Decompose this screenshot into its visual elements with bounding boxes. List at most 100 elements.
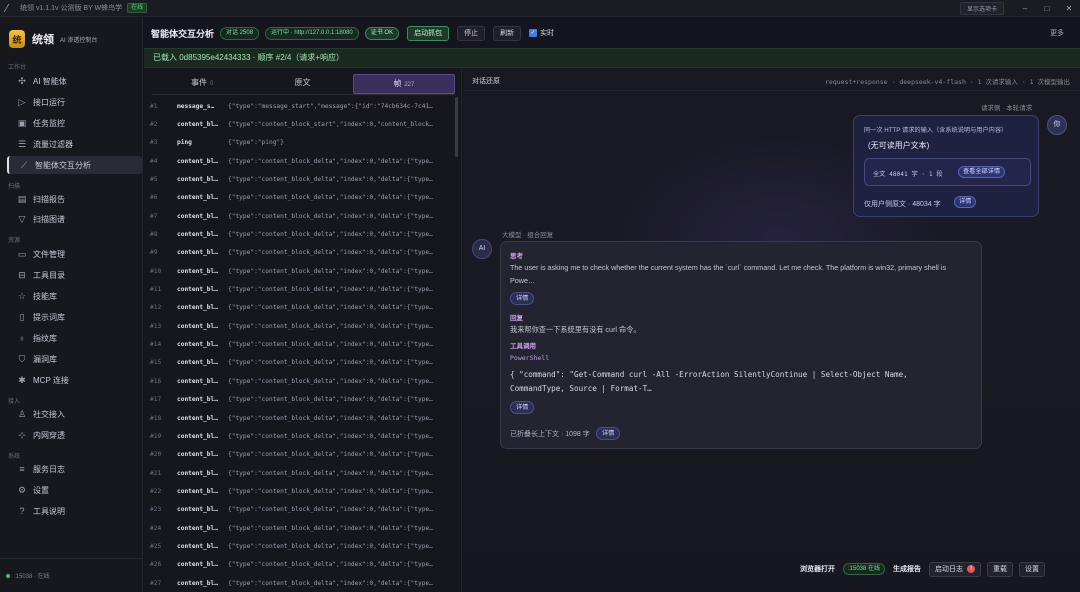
frame-row[interactable]: #11 content_bl… {"type":"content_block_del… (150, 280, 446, 298)
browser-open-button[interactable]: 浏览器打开 (800, 564, 835, 574)
tab-label: 原文 (294, 78, 311, 87)
sidebar-item-traffic-filter[interactable]: ☰ 流量过滤器 (7, 135, 142, 153)
title-bar: 统领 v1.1.1v 公测版 BY W蜂鸟学 在线 显示选项卡 – □ ✕ (0, 0, 1080, 17)
frame-index: #5 (150, 176, 158, 184)
frame-list-scrollbar[interactable] (455, 97, 458, 157)
frame-json: {"type":"content_block_delta","index":0,… (228, 524, 433, 532)
frame-type: content_bl… (177, 267, 218, 275)
frame-json: {"type":"content_block_delta","index":0,… (228, 469, 433, 477)
frame-row[interactable]: #2 content_bl… {"type":"content_block_star… (150, 115, 446, 133)
sidebar-item-social[interactable]: ♙ 社交接入 (7, 405, 142, 423)
frame-row[interactable]: #12 content_bl… {"type":"content_block_del… (150, 299, 446, 317)
sidebar-item-label: 技能库 (33, 291, 57, 301)
show-tabs-button[interactable]: 显示选项卡 (959, 2, 1004, 15)
frame-row[interactable]: #23 content_bl… {"type":"content_block_del… (150, 501, 446, 519)
sidebar-item-label: 接口运行 (33, 97, 65, 107)
tab-frames[interactable]: 帧 227 (352, 74, 455, 94)
frame-json: {"type":"content_block_delta","index":0,… (228, 322, 433, 330)
reload-button[interactable]: 重载 (987, 561, 1014, 577)
sidebar-item-api-run[interactable]: ▷ 接口运行 (7, 93, 142, 111)
help-icon: ? (19, 506, 25, 516)
settings-button[interactable]: 设置 (1019, 561, 1046, 577)
sidebar-item-prompts[interactable]: ▯ 提示词库 (7, 308, 142, 326)
sidebar-item-ai-agent[interactable]: ✣ AI 智能体 (7, 72, 142, 90)
frame-row[interactable]: #17 content_bl… {"type":"content_block_del… (150, 391, 446, 409)
ai-avatar: AI (472, 239, 492, 259)
fold-detail-button[interactable]: 详情 (596, 427, 621, 440)
sidebar-item-tool-catalog[interactable]: ⊟ 工具目录 (7, 266, 142, 284)
frame-index: #6 (150, 194, 158, 202)
sidebar-item-tool-help[interactable]: ? 工具说明 (7, 502, 142, 520)
frame-row[interactable]: #24 content_bl… {"type":"content_block_del… (150, 519, 446, 537)
request-detail-button[interactable]: 详情 (954, 196, 977, 208)
think-detail-button[interactable]: 详情 (510, 292, 535, 305)
frame-index: #23 (150, 506, 162, 514)
sidebar-item-file-manager[interactable]: ▭ 文件管理 (7, 245, 142, 263)
frame-row[interactable]: #1 message_s… {"type":"message_start","mes… (150, 97, 446, 115)
sidebar-item-label: 指纹库 (33, 333, 57, 343)
app-icon (3, 4, 17, 12)
request-summary-box: 全文 48041 字 · 1 段 查看全部详情 (864, 158, 1031, 186)
frame-row[interactable]: #14 content_bl… {"type":"content_block_del… (150, 335, 446, 353)
frame-index: #20 (150, 451, 162, 459)
sidebar-item-fingerprints[interactable]: ♁ 指纹库 (7, 329, 142, 347)
stop-button[interactable]: 停止 (457, 25, 486, 41)
frame-row[interactable]: #22 content_bl… {"type":"content_block_del… (150, 482, 446, 500)
frame-row[interactable]: #10 content_bl… {"type":"content_block_del… (150, 262, 446, 280)
sidebar-item-scan-graph[interactable]: ▽ 扫描图谱 (7, 210, 142, 228)
sidebar-item-vulns[interactable]: ⛉ 漏洞库 (7, 350, 142, 368)
frame-row[interactable]: #13 content_bl… {"type":"content_block_del… (150, 317, 446, 335)
more-button[interactable]: 更多 (1050, 28, 1064, 38)
start-log-button[interactable]: 启动日志 ! (929, 561, 982, 577)
view-all-details-button[interactable]: 查看全部详情 (958, 166, 1006, 178)
sidebar-item-settings[interactable]: ⚙ 设置 (7, 481, 142, 499)
frame-row[interactable]: #18 content_bl… {"type":"content_block_del… (150, 409, 446, 427)
frame-type: content_bl… (177, 451, 218, 459)
frame-row[interactable]: #16 content_bl… {"type":"content_block_del… (150, 372, 446, 390)
generate-report-button[interactable]: 生成报告 (893, 564, 921, 574)
tab-count: 227 (404, 82, 415, 88)
minimize-icon[interactable]: – (1014, 0, 1036, 17)
tab-label: 事件 (190, 78, 207, 87)
sidebar-item-service-log[interactable]: ≡ 服务日志 (7, 460, 142, 478)
frame-type: content_bl… (177, 304, 218, 312)
tool-detail-button[interactable]: 详情 (510, 401, 535, 414)
sidebar-item-skills[interactable]: ☆ 技能库 (7, 287, 142, 305)
brand-name: 统领 (32, 34, 54, 46)
frame-row[interactable]: #15 content_bl… {"type":"content_block_del… (150, 354, 446, 372)
frame-row[interactable]: #27 content_bl… {"type":"content_block_del… (150, 574, 446, 592)
frame-row[interactable]: #20 content_bl… {"type":"content_block_del… (150, 446, 446, 464)
frame-type: content_bl… (177, 249, 218, 257)
brand-subtitle: AI 渗透控制台 (60, 37, 98, 44)
frame-row[interactable]: #19 content_bl… {"type":"content_block_del… (150, 427, 446, 445)
sidebar-item-agent-analysis[interactable]: ⟋ 智能体交互分析 (7, 156, 142, 174)
tab-events[interactable]: 事件 0 (152, 74, 252, 94)
frame-row[interactable]: #26 content_bl… {"type":"content_block_del… (150, 556, 446, 574)
frame-row[interactable]: #3 ping {"type":"ping"} (150, 134, 446, 152)
frame-row[interactable]: #25 content_bl… {"type":"content_block_del… (150, 537, 446, 555)
sidebar-item-tunnel[interactable]: ⊹ 内网穿透 (7, 426, 142, 444)
frame-row[interactable]: #5 content_bl… {"type":"content_block_delt… (150, 170, 446, 188)
frame-type: content_bl… (177, 561, 218, 569)
frame-row[interactable]: #6 content_bl… {"type":"content_block_delt… (150, 189, 446, 207)
frame-json: {"type":"content_block_delta","index":0,… (228, 561, 433, 569)
frame-row[interactable]: #8 content_bl… {"type":"content_block_delt… (150, 225, 446, 243)
tab-raw[interactable]: 原文 (252, 74, 352, 94)
filter-lines-icon: ☰ (17, 138, 27, 149)
sidebar-item-mcp[interactable]: ✱ MCP 连接 (7, 371, 142, 389)
tool-code-line: CommandType, Source | Format-T… (510, 384, 652, 393)
frame-row[interactable]: #21 content_bl… {"type":"content_block_del… (150, 464, 446, 482)
frame-index: #10 (150, 267, 162, 275)
frame-row[interactable]: #4 content_bl… {"type":"content_block_delt… (150, 152, 446, 170)
start-capture-button[interactable]: 启动抓包 (407, 25, 450, 41)
tab-label: 帧 (393, 79, 402, 88)
sidebar-item-scan-report[interactable]: ▤ 扫描报告 (7, 190, 142, 208)
refresh-button[interactable]: 刷新 (493, 25, 522, 41)
close-icon[interactable]: ✕ (1058, 0, 1080, 17)
sidebar-item-task-monitor[interactable]: ▣ 任务监控 (7, 114, 142, 132)
frame-row[interactable]: #9 content_bl… {"type":"content_block_delt… (150, 244, 446, 262)
maximize-icon[interactable]: □ (1036, 0, 1058, 17)
realtime-checkbox[interactable]: ✓ 实时 (529, 28, 554, 38)
frame-index: #15 (150, 359, 162, 367)
frame-row[interactable]: #7 content_bl… {"type":"content_block_delt… (150, 207, 446, 225)
